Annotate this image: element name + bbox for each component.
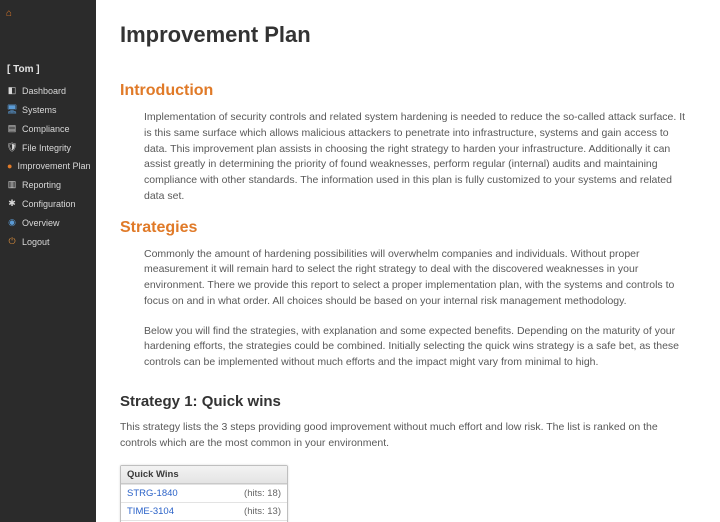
quick-win-code-link[interactable]: TIME-3104 [127, 506, 174, 517]
current-user: [ Tom ] [0, 60, 96, 81]
sidebar-item-label: Overview [22, 218, 60, 228]
quick-win-hits: (hits: 13) [244, 506, 281, 517]
sidebar-item-logout[interactable]: ⏻ Logout [0, 232, 96, 251]
compliance-icon: ▤ [7, 123, 17, 134]
dashboard-icon: ◧ [7, 85, 17, 96]
quick-win-code-link[interactable]: STRG-1840 [127, 488, 178, 499]
sidebar-item-label: Compliance [22, 124, 70, 134]
sidebar-item-label: Dashboard [22, 86, 66, 96]
systems-icon: 🖥 [7, 104, 17, 115]
section-heading-strategies: Strategies [120, 219, 692, 237]
strategies-body-1: Commonly the amount of hardening possibi… [144, 247, 692, 310]
page-title: Improvement Plan [120, 22, 692, 48]
strategies-body-2: Below you will find the strategies, with… [144, 324, 692, 371]
fileint-icon: 🛡 [7, 142, 17, 153]
sidebar-item-dashboard[interactable]: ◧ Dashboard [0, 81, 96, 100]
sidebar-item-label: Improvement Plan [17, 161, 90, 171]
main-content: Improvement Plan Introduction Implementa… [96, 0, 720, 522]
quick-wins-table: Quick Wins STRG-1840 (hits: 18) TIME-310… [120, 465, 288, 522]
quick-win-hits: (hits: 18) [244, 488, 281, 499]
home-area: ⌂ [0, 4, 96, 60]
improve-icon: ● [7, 161, 12, 171]
sidebar-item-reporting[interactable]: ▥ Reporting [0, 175, 96, 194]
logout-icon: ⏻ [7, 236, 17, 247]
sidebar-item-label: Reporting [22, 180, 61, 190]
overview-icon: ◉ [7, 217, 17, 228]
sidebar-item-label: Configuration [22, 199, 76, 209]
config-icon: ✱ [7, 198, 17, 209]
sidebar-item-improvement-plan[interactable]: ● Improvement Plan [0, 157, 96, 175]
sidebar-item-label: Systems [22, 105, 57, 115]
sidebar: ⌂ [ Tom ] ◧ Dashboard 🖥 Systems ▤ Compli… [0, 0, 96, 522]
sidebar-item-configuration[interactable]: ✱ Configuration [0, 194, 96, 213]
section-heading-introduction: Introduction [120, 82, 692, 100]
intro-body: Implementation of security controls and … [144, 110, 692, 205]
strategy1-body: This strategy lists the 3 steps providin… [120, 420, 692, 452]
table-row: TIME-3104 (hits: 13) [121, 502, 287, 520]
table-row: STRG-1840 (hits: 18) [121, 484, 287, 502]
sidebar-item-overview[interactable]: ◉ Overview [0, 213, 96, 232]
sidebar-item-compliance[interactable]: ▤ Compliance [0, 119, 96, 138]
quick-wins-header: Quick Wins [121, 466, 287, 484]
reporting-icon: ▥ [7, 179, 17, 190]
sidebar-item-systems[interactable]: 🖥 Systems [0, 100, 96, 119]
sidebar-item-label: File Integrity [22, 143, 71, 153]
home-icon[interactable]: ⌂ [6, 8, 12, 19]
sidebar-item-label: Logout [22, 237, 50, 247]
strategy1-heading: Strategy 1: Quick wins [120, 393, 692, 410]
sidebar-item-file-integrity[interactable]: 🛡 File Integrity [0, 138, 96, 157]
sidebar-nav: ◧ Dashboard 🖥 Systems ▤ Compliance 🛡 Fil… [0, 81, 96, 251]
